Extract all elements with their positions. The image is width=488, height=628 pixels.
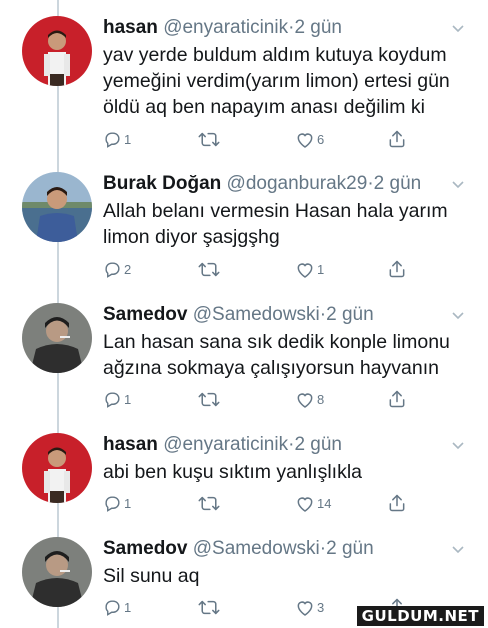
avatar[interactable] xyxy=(22,16,92,86)
tweet-text-line: abi ben kuşu sıktım yanlışlıkla xyxy=(103,461,363,483)
user-handle[interactable]: @Samedowski xyxy=(193,538,320,559)
share-icon xyxy=(387,493,407,513)
retweet-icon xyxy=(198,598,220,617)
tweet-actions: 21 xyxy=(103,258,423,280)
tweet-text-line: öldü aq ben napayım anası değilim ki xyxy=(103,96,425,118)
heart-icon xyxy=(295,598,315,617)
share-button[interactable] xyxy=(387,128,407,150)
reply-button[interactable]: 1 xyxy=(103,388,131,410)
retweet-icon xyxy=(198,390,220,409)
tweet-text-line: Sil sunu aq xyxy=(103,565,200,587)
display-name[interactable]: Burak Doğan xyxy=(103,173,221,194)
reply-count: 1 xyxy=(124,495,132,511)
retweet-button[interactable] xyxy=(198,388,222,410)
tweet-text: yav yerde buldum aldım kutuya koydum yeme… xyxy=(103,42,468,120)
timestamp[interactable]: 2 gün xyxy=(326,304,374,325)
reply-icon xyxy=(103,260,122,279)
like-count: 1 xyxy=(317,261,325,277)
like-button[interactable]: 6 xyxy=(295,128,324,150)
timestamp[interactable]: 2 gün xyxy=(294,434,342,455)
reply-button[interactable]: 1 xyxy=(103,596,131,618)
tweet-text-line: yemeğini verdim(yarım limon) ertesi gün xyxy=(103,70,450,92)
tweet-text-line: Allah belanı vermesin Hasan hala yarım xyxy=(103,200,448,222)
reply-button[interactable]: 1 xyxy=(103,492,131,514)
tweet-header: Samedov @Samedowski·2 gün xyxy=(103,303,448,327)
user-handle[interactable]: @Samedowski xyxy=(193,304,320,325)
like-button[interactable]: 3 xyxy=(295,596,324,618)
chevron-down-icon[interactable] xyxy=(450,20,466,36)
chevron-down-icon[interactable] xyxy=(450,307,466,323)
like-button[interactable]: 8 xyxy=(295,388,324,410)
reply-count: 1 xyxy=(124,599,132,615)
avatar[interactable] xyxy=(22,303,92,373)
heart-icon xyxy=(295,494,315,513)
user-handle[interactable]: @doganburak29 xyxy=(227,173,368,194)
reply-button[interactable]: 1 xyxy=(103,128,131,150)
reply-count: 2 xyxy=(124,261,132,277)
tweet-text: Sil sunu aq xyxy=(103,563,468,589)
share-button[interactable] xyxy=(387,492,407,514)
tweet-text-line: limon diyor şasjgşhg xyxy=(103,226,280,248)
tweet-text-line: Lan hasan sana sık dedik konple limonu xyxy=(103,331,450,353)
timestamp[interactable]: 2 gün xyxy=(326,538,374,559)
like-count: 6 xyxy=(317,131,325,147)
retweet-icon xyxy=(198,260,220,279)
chevron-down-icon[interactable] xyxy=(450,437,466,453)
tweet-header: Samedov @Samedowski·2 gün xyxy=(103,537,448,561)
reply-icon xyxy=(103,130,122,149)
tweet-header: hasan @enyaraticinik·2 gün xyxy=(103,16,448,40)
display-name[interactable]: Samedov xyxy=(103,538,187,559)
retweet-icon xyxy=(198,130,220,149)
tweet-text: Lan hasan sana sık dedik konple limonu ağ… xyxy=(103,329,468,381)
reply-count: 1 xyxy=(124,391,132,407)
tweet-text-line: yav yerde buldum aldım kutuya koydum xyxy=(103,44,447,66)
avatar[interactable] xyxy=(22,537,92,607)
reply-count: 1 xyxy=(124,131,132,147)
display-name[interactable]: hasan xyxy=(103,17,158,38)
heart-icon xyxy=(295,130,315,149)
chevron-down-icon[interactable] xyxy=(450,541,466,557)
retweet-button[interactable] xyxy=(198,128,222,150)
reply-icon xyxy=(103,598,122,617)
tweet-actions: 18 xyxy=(103,388,423,410)
tweet-actions: 1 14 xyxy=(103,492,423,514)
like-count: 8 xyxy=(317,391,325,407)
reply-icon xyxy=(103,390,122,409)
retweet-button[interactable] xyxy=(198,258,222,280)
like-button[interactable]: 1 xyxy=(295,258,324,280)
timestamp[interactable]: 2 gün xyxy=(374,173,422,194)
avatar[interactable] xyxy=(22,433,92,503)
chevron-down-icon[interactable] xyxy=(450,176,466,192)
share-icon xyxy=(387,259,407,279)
tweet-text: Allah belanı vermesin Hasan hala yarım li… xyxy=(103,198,468,250)
user-handle[interactable]: @enyaraticinik xyxy=(163,434,288,455)
retweet-icon xyxy=(198,494,220,513)
display-name[interactable]: Samedov xyxy=(103,304,187,325)
tweet-actions: 16 xyxy=(103,128,423,150)
avatar[interactable] xyxy=(22,172,92,242)
share-icon xyxy=(387,389,407,409)
display-name[interactable]: hasan xyxy=(103,434,158,455)
share-button[interactable] xyxy=(387,388,407,410)
tweet-header: hasan @enyaraticinik·2 gün xyxy=(103,433,448,457)
tweet-text: abi ben kuşu sıktım yanlışlıkla xyxy=(103,459,468,485)
watermark: GULDUM.NET xyxy=(356,606,484,626)
retweet-button[interactable] xyxy=(198,492,222,514)
like-button[interactable]: 14 xyxy=(295,492,331,514)
like-count: 14 xyxy=(317,495,332,511)
tweet-header: Burak Doğan @doganburak29·2 gün xyxy=(103,172,448,196)
timestamp[interactable]: 2 gün xyxy=(294,17,342,38)
like-count: 3 xyxy=(317,599,325,615)
share-button[interactable] xyxy=(387,258,407,280)
user-handle[interactable]: @enyaraticinik xyxy=(163,17,288,38)
heart-icon xyxy=(295,260,315,279)
retweet-button[interactable] xyxy=(198,596,222,618)
reply-icon xyxy=(103,494,122,513)
heart-icon xyxy=(295,390,315,409)
share-icon xyxy=(387,129,407,149)
reply-button[interactable]: 2 xyxy=(103,258,131,280)
tweet-text-line: ağzına sokmaya çalışıyorsun hayvanın xyxy=(103,357,440,379)
